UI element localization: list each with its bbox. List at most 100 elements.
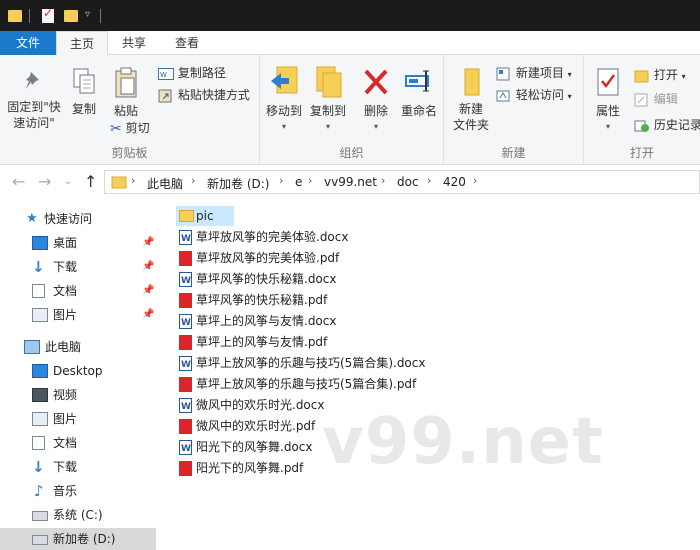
chevron-right-icon[interactable]: › [381,174,385,187]
document-icon [32,436,45,450]
chevron-right-icon[interactable]: › [473,174,477,187]
new-item-button[interactable]: 新建项目 ▾ [496,63,572,83]
breadcrumb-vv99[interactable]: vv99.net [324,175,377,189]
breadcrumb-this-pc[interactable]: 此电脑 [147,175,183,192]
nav-downloads[interactable]: ↓ 下载 📌 [0,256,156,278]
open-button[interactable]: 打开 ▾ [634,65,686,85]
edit-button[interactable]: 编辑 [634,89,678,109]
chevron-right-icon[interactable]: › [427,174,431,187]
pin-label-2: 速访问" [13,116,55,130]
breadcrumb-drive-d[interactable]: 新加卷 (D:) [207,175,269,192]
back-arrow-icon[interactable]: ← [12,172,25,191]
file-name: 草坪放风筝的完美体验.docx [196,230,349,244]
nav-pictures-2[interactable]: 图片 [0,408,156,430]
nav-label: 图片 [53,412,78,426]
recent-chevron-icon[interactable]: ⌄ [64,176,72,187]
nav-documents-2[interactable]: 文档 [0,432,156,454]
chevron-right-icon[interactable]: › [279,174,283,187]
address-bar[interactable]: › 此电脑 › 新加卷 (D:) › e › vv99.net › doc › … [104,170,700,194]
chevron-down-icon: ▾ [567,92,572,101]
properties-icon[interactable] [42,6,54,23]
rename-icon [405,70,429,92]
nav-label: 文档 [53,436,78,450]
tab-view[interactable]: 查看 [162,31,212,55]
document-icon [32,284,45,298]
tab-share[interactable]: 共享 [110,31,158,55]
nav-this-pc[interactable]: 此电脑 [0,336,156,358]
paste-button[interactable]: 粘贴 [106,67,146,119]
cut-button[interactable]: ✂ 剪切 [110,118,150,138]
paste-shortcut-button[interactable]: 粘贴快捷方式 [158,85,250,105]
word-document-icon: W [179,356,192,371]
breadcrumb-doc[interactable]: doc [397,175,419,189]
delete-button[interactable]: 删除 ▾ [358,65,394,135]
nav-music[interactable]: ♪ 音乐 [0,480,156,502]
nav-new-vol-d[interactable]: 新加卷 (D:) [0,528,156,550]
desktop-icon [32,236,48,250]
properties-button[interactable]: 属性 ▾ [588,65,628,135]
nav-desktop[interactable]: Desktop [0,360,156,382]
rename-button[interactable]: 重命名 [396,65,442,119]
word-document-icon: W [179,272,192,287]
file-name: 草坪上放风筝的乐趣与技巧(5篇合集).docx [196,356,426,370]
chevron-right-icon[interactable]: › [131,174,135,187]
copy-path-label: 复制路径 [177,66,226,80]
new-group-label: 新建 [501,146,526,160]
copy-to-button[interactable]: 复制到 ▾ [306,65,350,135]
pin-icon[interactable]: 📌 [142,304,154,326]
chevron-right-icon[interactable]: › [308,174,312,187]
pdf-icon [179,461,192,476]
chevron-down-icon[interactable]: ▿ [85,9,90,25]
copy-to-icon [316,66,342,98]
new-folder-label-2: 文件夹 [452,118,489,132]
pin-icon[interactable]: 📌 [142,232,154,254]
breadcrumb-e[interactable]: e [295,175,302,189]
chevron-right-icon[interactable]: › [191,174,195,187]
nav-documents[interactable]: 文档 📌 [0,280,156,302]
copy-button[interactable]: 复制 [64,67,104,117]
nav-downloads-2[interactable]: ↓ 下载 [0,456,156,478]
pdf-icon [179,335,192,350]
pin-icon[interactable]: 📌 [142,256,154,278]
new-folder-button[interactable]: 新建 文件夹 [448,67,494,133]
folder-icon[interactable] [8,10,22,22]
paste-label: 粘贴 [113,104,138,118]
ribbon: 固定到"快 速访问" 复制 粘贴 W 复制路径 粘贴快捷方式 ✂ 剪切 剪贴板 … [0,55,700,165]
star-icon: ★ [26,211,38,226]
breadcrumb-420[interactable]: 420 [443,175,466,189]
move-to-icon [271,66,298,94]
move-to-button[interactable]: 移动到 ▾ [264,65,304,135]
easy-access-button[interactable]: 轻松访问 ▾ [496,85,572,105]
nav-system-c[interactable]: 系统 (C:) [0,504,156,526]
forward-arrow-icon[interactable]: → [38,172,51,191]
new-group: 新建 文件夹 新建项目 ▾ 轻松访问 ▾ 新建 [444,55,584,165]
list-item[interactable]: pic [176,206,234,226]
file-name: 草坪上的风筝与友情.pdf [196,335,328,349]
tab-file[interactable]: 文件 [0,31,56,55]
rename-label: 重命名 [400,104,437,118]
up-arrow-icon[interactable]: ↑ [84,172,97,191]
nav-label: 新加卷 (D:) [53,532,116,546]
nav-label: Desktop [53,364,103,378]
nav-videos[interactable]: 视频 [0,384,156,406]
drive-icon [32,511,48,521]
nav-desktop-cn[interactable]: 桌面 📌 [0,232,156,254]
cut-label: 剪切 [125,121,150,135]
new-folder-icon[interactable] [64,10,78,22]
easy-access-icon [496,90,510,101]
easy-access-label: 轻松访问 [515,88,564,102]
nav-quick-access[interactable]: ★ 快速访问 [0,208,156,230]
pin-to-quick-access-button[interactable]: 固定到"快 速访问" [4,69,64,131]
nav-pictures[interactable]: 图片 📌 [0,304,156,326]
download-arrow-icon: ↓ [32,258,45,276]
tab-home[interactable]: 主页 [56,31,108,56]
copy-path-button[interactable]: W 复制路径 [158,63,226,83]
pin-icon[interactable]: 📌 [142,280,154,302]
paste-icon [115,67,137,98]
clipboard-group-label: 剪贴板 [111,146,148,160]
pin-icon [26,72,39,89]
history-icon [634,120,649,132]
history-button[interactable]: 历史记录 [634,115,700,135]
edit-label: 编辑 [653,92,678,106]
word-document-icon: W [179,314,192,329]
